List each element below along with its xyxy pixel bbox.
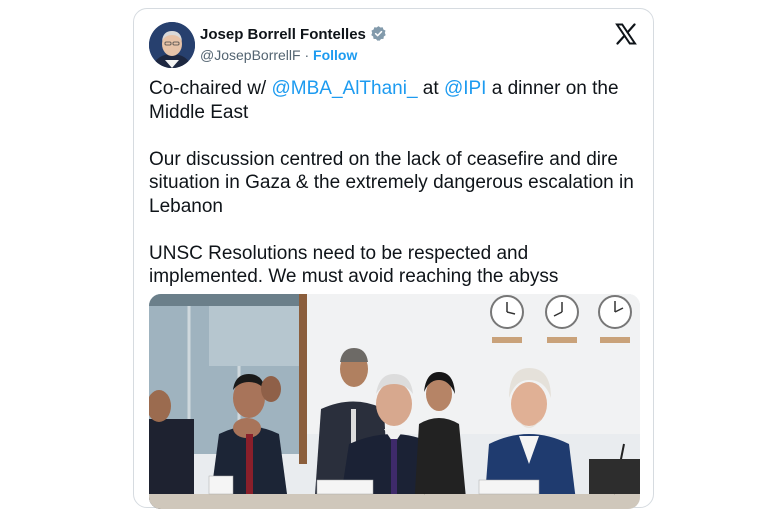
author-avatar[interactable] [149,22,195,68]
x-logo-icon[interactable] [614,22,638,46]
mention-ipi[interactable]: @IPI [444,78,487,99]
tweet-paragraph-1: Co-chaired w/ @MBA_AlThani_ at @IPI a di… [149,77,644,124]
tweet-paragraph-2: Our discussion centred on the lack of ce… [149,148,634,217]
mention-mba-althani[interactable]: @MBA_AlThani_ [272,78,418,99]
tweet-text: Co-chaired w/ @MBA_AlThani_ at @IPI a di… [149,77,644,312]
verified-badge-icon [370,25,387,46]
follow-button[interactable]: Follow [313,47,357,63]
separator-dot: · [304,47,310,63]
tweet-card[interactable]: Josep Borrell Fontelles @JosepBorrellF ·… [133,8,654,509]
tweet-photo[interactable] [149,294,640,509]
text-segment: Co-chaired w/ [149,78,272,99]
author-name-text[interactable]: Josep Borrell Fontelles [200,26,366,43]
author-handle-row: @JosepBorrellF · Follow [200,47,357,63]
text-segment: at [417,78,444,99]
author-handle[interactable]: @JosepBorrellF [200,47,301,63]
tweet-paragraph-3: UNSC Resolutions need to be respected an… [149,242,559,288]
author-name[interactable]: Josep Borrell Fontelles [200,25,387,46]
